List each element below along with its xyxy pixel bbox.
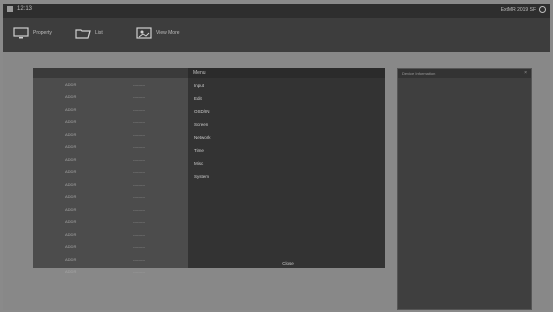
table-row[interactable]: ADDR --------- xyxy=(33,203,188,216)
table-row[interactable]: ADDR --------- xyxy=(33,178,188,191)
table-row[interactable]: ADDR --------- xyxy=(33,91,188,104)
menu-popup: Menu Input Edit OSD/IN Screen Network Ti… xyxy=(188,68,385,268)
menu-item-system[interactable]: System xyxy=(194,174,209,179)
cell: --------- xyxy=(133,269,145,275)
menu-item-osd[interactable]: OSD/IN xyxy=(194,109,210,114)
menu-item-network[interactable]: Network xyxy=(194,135,211,140)
table-row[interactable]: ADDR --------- xyxy=(33,266,188,279)
menu-item-screen[interactable]: Screen xyxy=(194,122,208,127)
cell: ADDR xyxy=(65,231,77,237)
cell: --------- xyxy=(133,144,145,150)
menu-item-input[interactable]: Input xyxy=(194,83,204,88)
table-header xyxy=(33,68,188,78)
app-logo-icon xyxy=(7,6,13,12)
cell: ADDR xyxy=(65,181,77,187)
table-row[interactable]: ADDR --------- xyxy=(33,166,188,179)
cell: ADDR xyxy=(65,94,77,100)
cell: --------- xyxy=(133,206,145,212)
cell: ADDR xyxy=(65,219,77,225)
cell: --------- xyxy=(133,231,145,237)
toolbar-item-label: List xyxy=(95,30,103,36)
table-row[interactable]: ADDR --------- xyxy=(33,253,188,266)
info-panel-title: Device Information xyxy=(402,71,436,76)
table-row[interactable]: ADDR --------- xyxy=(33,141,188,154)
monitor-icon xyxy=(13,27,29,39)
app-frame: 12:13 ExtMR 2019 SF Property List View M… xyxy=(3,4,550,310)
toolbar-item-list[interactable]: List xyxy=(75,27,103,39)
menu-item-edit[interactable]: Edit xyxy=(194,96,202,101)
cell: --------- xyxy=(133,169,145,175)
info-panel: Device Information × xyxy=(397,68,532,310)
table-row[interactable]: ADDR --------- xyxy=(33,228,188,241)
cell: ADDR xyxy=(65,81,77,87)
status-right: ExtMR 2019 SF xyxy=(501,6,546,13)
cell: --------- xyxy=(133,156,145,162)
menu-title: Menu xyxy=(193,70,206,76)
cell: ADDR xyxy=(65,244,77,250)
cell: --------- xyxy=(133,106,145,112)
cell: --------- xyxy=(133,81,145,87)
toolbar: Property List View More xyxy=(3,18,550,52)
table-row[interactable]: ADDR --------- xyxy=(33,103,188,116)
status-text: ExtMR 2019 SF xyxy=(500,6,536,13)
clock: 12:13 xyxy=(17,6,33,12)
close-button[interactable]: Close xyxy=(258,260,318,268)
info-panel-header: Device Information × xyxy=(398,69,531,78)
cell: ADDR xyxy=(65,106,77,112)
cell: --------- xyxy=(133,244,145,250)
table-row[interactable]: ADDR --------- xyxy=(33,78,188,91)
table-row[interactable]: ADDR --------- xyxy=(33,216,188,229)
cell: ADDR xyxy=(65,194,77,200)
settings-icon[interactable] xyxy=(539,6,546,13)
menu-item-misc[interactable]: Misc xyxy=(194,161,203,166)
cell: --------- xyxy=(133,131,145,137)
cell: ADDR xyxy=(65,269,77,275)
cell: ADDR xyxy=(65,169,77,175)
table-row[interactable]: ADDR --------- xyxy=(33,191,188,204)
cell: ADDR xyxy=(65,206,77,212)
status-bar: 12:13 ExtMR 2019 SF xyxy=(3,4,550,18)
cell: ADDR xyxy=(65,144,77,150)
table-row[interactable]: ADDR --------- xyxy=(33,153,188,166)
menu-item-time[interactable]: Time xyxy=(194,148,204,153)
cell: --------- xyxy=(133,181,145,187)
menu-header: Menu xyxy=(188,68,385,78)
status-left: 12:13 xyxy=(7,6,32,12)
cell: ADDR xyxy=(65,156,77,162)
toolbar-item-property[interactable]: Property xyxy=(13,27,52,39)
cell: ADDR xyxy=(65,119,77,125)
toolbar-item-label: View More xyxy=(156,30,180,36)
close-icon[interactable]: × xyxy=(524,70,527,76)
device-table: ADDR --------- ADDR --------- ADDR --------… xyxy=(33,68,188,274)
toolbar-item-view-more[interactable]: View More xyxy=(136,27,180,39)
table-row[interactable]: ADDR --------- xyxy=(33,128,188,141)
folder-icon xyxy=(75,29,91,39)
table-row[interactable]: ADDR --------- xyxy=(33,116,188,129)
cell: --------- xyxy=(133,94,145,100)
cell: --------- xyxy=(133,219,145,225)
table-row[interactable]: ADDR --------- xyxy=(33,241,188,254)
image-icon xyxy=(136,27,152,39)
cell: --------- xyxy=(133,256,145,262)
cell: ADDR xyxy=(65,131,77,137)
toolbar-item-label: Property xyxy=(33,30,52,36)
cell: --------- xyxy=(133,194,145,200)
main-area: ADDR --------- ADDR --------- ADDR --------… xyxy=(3,52,550,310)
cell: ADDR xyxy=(65,256,77,262)
cell: --------- xyxy=(133,119,145,125)
